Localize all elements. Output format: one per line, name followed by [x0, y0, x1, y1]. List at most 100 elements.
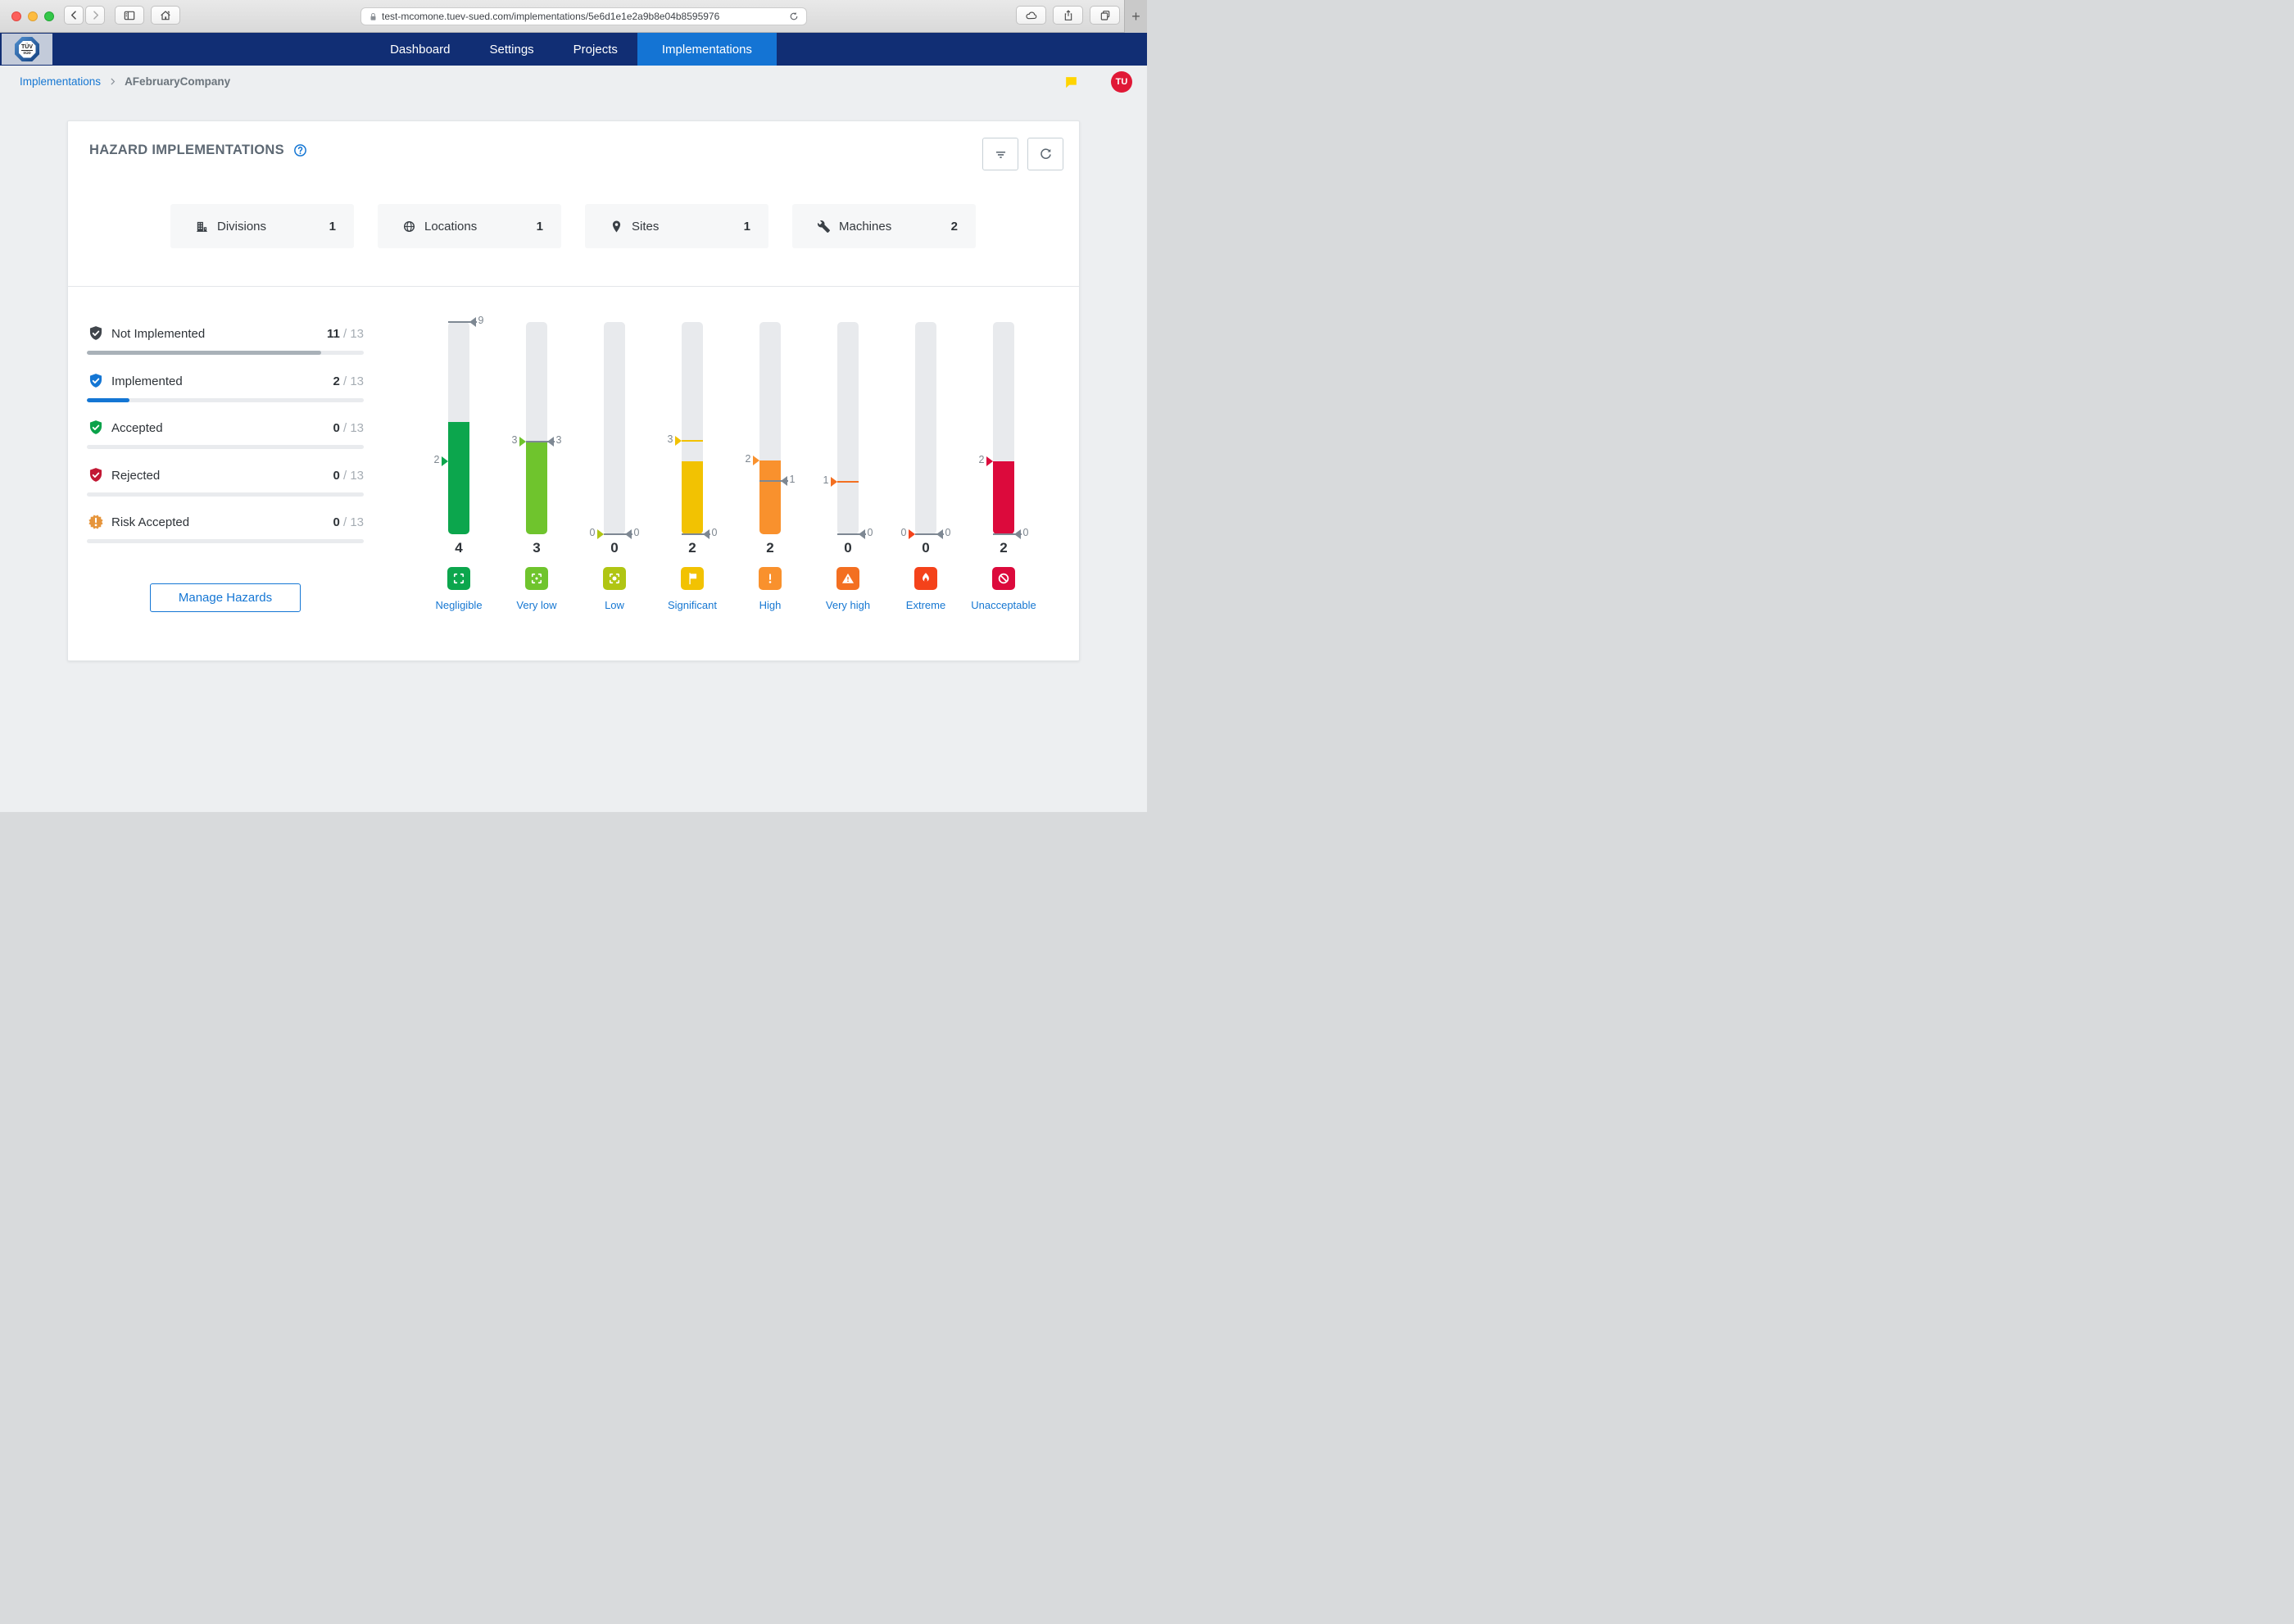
- left-marker-icon: [597, 529, 604, 539]
- chevron-right-icon: [107, 76, 118, 87]
- stat-label: Sites: [632, 220, 659, 234]
- refresh-button[interactable]: [1027, 138, 1063, 170]
- category-label[interactable]: High: [732, 599, 809, 611]
- focus-dot-icon: [603, 567, 626, 590]
- home-button[interactable]: [151, 6, 180, 25]
- status-progressbar: [87, 539, 364, 543]
- tab-dashboard[interactable]: Dashboard: [370, 33, 469, 66]
- bar-value: 2: [654, 540, 732, 556]
- close-window-icon[interactable]: [11, 11, 21, 21]
- map-pin-icon: [610, 220, 623, 234]
- page-title: HAZARD IMPLEMENTATIONS: [89, 143, 284, 158]
- stat-value: 2: [951, 220, 958, 234]
- right-marker-value: 0: [868, 527, 887, 538]
- left-marker-value: 2: [965, 454, 985, 465]
- help-icon[interactable]: [292, 143, 308, 158]
- icloud-tabs-button[interactable]: [1016, 6, 1046, 25]
- status-row-risk-accepted: Risk Accepted 0 / 13: [87, 514, 364, 555]
- address-bar[interactable]: test-mcomone.tuev-sued.com/implementatio…: [360, 7, 807, 25]
- stat-card-divisions: Divisions 1: [170, 204, 354, 248]
- breadcrumb: Implementations AFebruaryCompany: [20, 66, 230, 97]
- right-marker-value: 0: [712, 527, 732, 538]
- risk-bar-significant[interactable]: 302Significant: [654, 322, 732, 617]
- minimize-window-icon[interactable]: [28, 11, 38, 21]
- status-label: Accepted: [111, 421, 163, 435]
- left-marker-value: 2: [420, 454, 440, 465]
- right-marker-icon: [469, 317, 476, 327]
- home-icon: [159, 9, 172, 22]
- chat-icon[interactable]: [1063, 75, 1079, 94]
- risk-bar-very-high[interactable]: 1 0 0 Very high: [809, 322, 887, 617]
- back-button[interactable]: [64, 6, 84, 25]
- left-marker-value: 1: [809, 474, 829, 486]
- status-label: Risk Accepted: [111, 515, 189, 529]
- focus-dot-small-icon: [525, 567, 548, 590]
- category-label[interactable]: Very high: [809, 599, 887, 611]
- status-row-not-implemented: Not Implemented 11 / 13: [87, 325, 364, 366]
- tab-implementations[interactable]: Implementations: [637, 33, 777, 66]
- left-marker-icon: [519, 437, 526, 447]
- tab-settings[interactable]: Settings: [469, 33, 553, 66]
- status-label: Not Implemented: [111, 327, 205, 341]
- breadcrumb-link-implementations[interactable]: Implementations: [20, 75, 101, 88]
- left-marker-icon: [986, 456, 993, 466]
- tab-projects[interactable]: Projects: [554, 33, 637, 66]
- category-label[interactable]: Extreme: [887, 599, 965, 611]
- share-button[interactable]: [1053, 6, 1083, 25]
- risk-bar-unacceptable[interactable]: 202Unacceptable: [965, 322, 1043, 617]
- filter-button[interactable]: [982, 138, 1018, 170]
- bar-fill: [993, 461, 1014, 534]
- forward-button[interactable]: [85, 6, 105, 25]
- stat-card-sites: Sites 1: [585, 204, 768, 248]
- category-label[interactable]: Very low: [498, 599, 576, 611]
- status-count: 11 / 13: [327, 327, 364, 341]
- left-marker-icon: [442, 456, 448, 466]
- status-progressbar: [87, 351, 364, 355]
- category-label[interactable]: Low: [576, 599, 654, 611]
- right-marker-value: 1: [790, 474, 809, 485]
- status-count: 0 / 13: [333, 515, 364, 529]
- warning-triangle-icon: [836, 567, 859, 590]
- section-divider: [68, 286, 1079, 287]
- risk-bar-negligible[interactable]: 294Negligible: [420, 322, 498, 617]
- user-avatar[interactable]: TU: [1111, 71, 1132, 93]
- status-count: 2 / 13: [333, 374, 364, 388]
- risk-bar-very-low[interactable]: 333Very low: [498, 322, 576, 617]
- shield-check-icon: [87, 466, 105, 488]
- bar-value: 0: [809, 540, 887, 556]
- category-label[interactable]: Unacceptable: [965, 599, 1043, 611]
- tab-overview-button[interactable]: [1090, 6, 1120, 25]
- left-marker-value: 3: [498, 434, 518, 446]
- stat-value: 1: [329, 220, 336, 234]
- risk-bar-extreme[interactable]: 000Extreme: [887, 322, 965, 617]
- stat-card-locations: Locations 1: [378, 204, 561, 248]
- bar-value: 2: [965, 540, 1043, 556]
- bar-fill: [759, 460, 781, 534]
- bar-value: 0: [887, 540, 965, 556]
- category-label[interactable]: Negligible: [420, 599, 498, 611]
- zoom-window-icon[interactable]: [44, 11, 54, 21]
- right-marker-icon: [703, 529, 710, 539]
- category-label[interactable]: Significant: [654, 599, 732, 611]
- sidebar-button[interactable]: [115, 6, 144, 25]
- left-marker-line: [682, 440, 703, 442]
- manage-hazards-button[interactable]: Manage Hazards: [150, 583, 301, 612]
- tabs-icon: [1099, 9, 1112, 22]
- risk-bar-high[interactable]: 212High: [732, 322, 809, 617]
- bar-fill: [448, 422, 469, 534]
- stat-label: Machines: [839, 220, 891, 234]
- right-marker-value: 9: [478, 315, 498, 326]
- shield-check-icon: [87, 419, 105, 441]
- badge-exclamation-icon: [87, 513, 105, 535]
- cloud-icon: [1025, 9, 1038, 22]
- risk-bar-low[interactable]: 000Low: [576, 322, 654, 617]
- reload-icon[interactable]: [788, 11, 800, 22]
- bar-track: [837, 322, 859, 534]
- bar-value: 0: [576, 540, 654, 556]
- building-icon: [195, 220, 209, 234]
- new-tab-icon[interactable]: +: [1124, 0, 1147, 33]
- right-marker-value: 0: [634, 527, 654, 538]
- bar-value: 4: [420, 540, 498, 556]
- stat-value: 1: [537, 220, 543, 234]
- stat-label: Divisions: [217, 220, 266, 234]
